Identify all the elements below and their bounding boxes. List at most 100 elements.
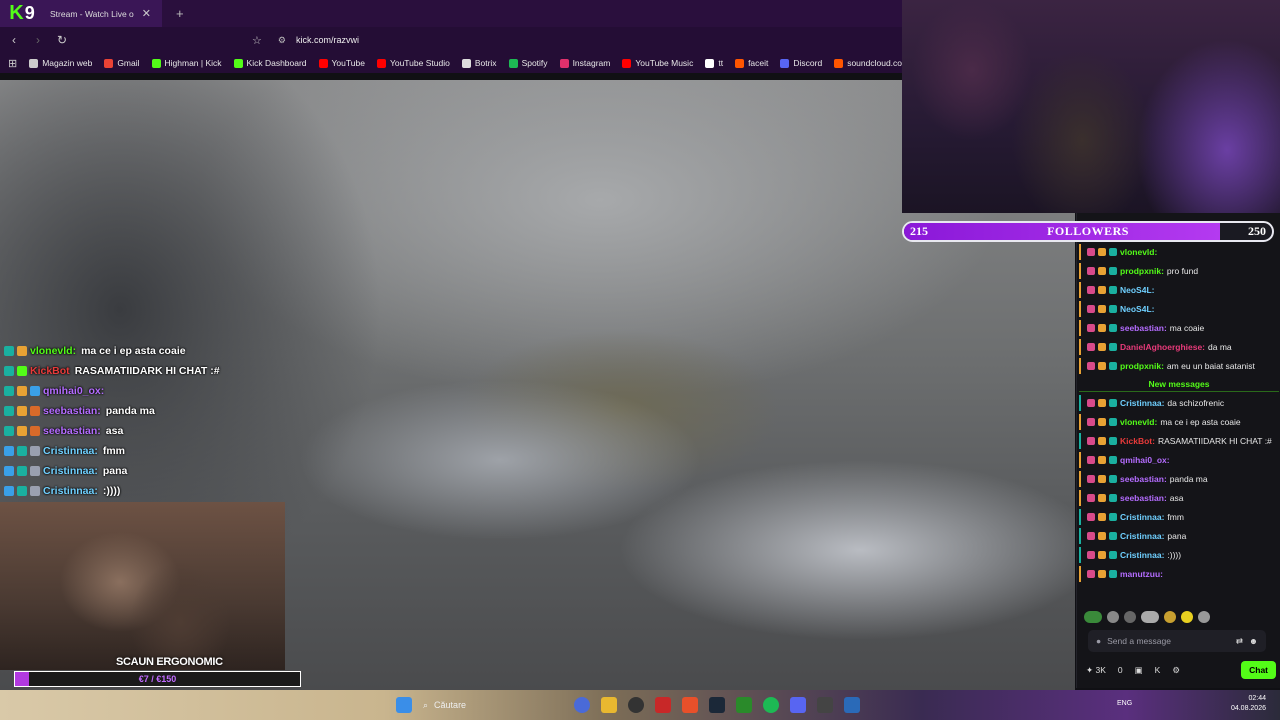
chat-username[interactable]: Cristinnaa: (1120, 512, 1164, 522)
chat-message-text: :)))) (1167, 550, 1182, 560)
chat-username[interactable]: vlonevld: (1120, 247, 1157, 257)
emote-bar (1084, 608, 1274, 626)
chat-message[interactable]: qmihai0_ox: (1079, 451, 1279, 469)
chat-username[interactable]: Cristinnaa: (1120, 550, 1164, 560)
bookmark-icon (318, 58, 328, 68)
chat-message-text: da ma (1208, 342, 1232, 352)
app-icon[interactable] (655, 697, 671, 713)
chat-message[interactable]: NeoS4L: (1079, 281, 1279, 299)
bookmark-item[interactable]: faceit (735, 58, 768, 68)
chat-message[interactable]: Cristinnaa: pana (1079, 527, 1279, 545)
emote-icon[interactable] (1124, 611, 1136, 623)
site-info-icon[interactable]: ⚙ (278, 35, 286, 46)
chat-message[interactable]: NeoS4L: (1079, 300, 1279, 318)
bookmark-label: YouTube Music (635, 58, 694, 68)
taskbar-search[interactable]: ⌕ Căutare (423, 700, 563, 711)
bookmark-item[interactable]: Kick Dashboard (233, 58, 307, 68)
folder-icon[interactable] (601, 697, 617, 713)
chat-message-text: asa (1169, 493, 1184, 503)
url-text[interactable]: kick.com/razvwi (296, 35, 359, 45)
tab-close-icon[interactable]: ✕ (142, 7, 151, 20)
bookmark-item[interactable]: Magazin web (29, 58, 92, 68)
chat-username[interactable]: prodpxnik: (1120, 361, 1164, 371)
settings-icon[interactable]: ⚙ (1172, 665, 1180, 676)
chat-message[interactable]: Cristinnaa::)))) (1079, 546, 1279, 564)
chat-message[interactable]: vlonevld: ma ce i ep asta coaie (1079, 413, 1279, 431)
bookmark-item[interactable]: YouTube Music (622, 58, 693, 68)
bookmark-item[interactable]: Botrix (461, 58, 497, 68)
bookmark-item[interactable]: Highman | Kick (151, 58, 222, 68)
chat-message[interactable]: manutzuu: (1079, 565, 1279, 583)
chat-message[interactable]: prodpxnik: am eu un baiat satanist (1079, 357, 1279, 375)
emote-icon[interactable] (1198, 611, 1210, 623)
steam-icon[interactable] (709, 697, 725, 713)
overlay-chat-line: Cristinnaa: fmm (4, 441, 334, 461)
chat-username[interactable]: vlonevld: (1120, 417, 1157, 427)
app-icon[interactable] (844, 697, 860, 713)
chat-input[interactable]: ● Send a message ⇄ ☻ (1088, 630, 1266, 652)
emoji-icon[interactable]: ☻ (1249, 636, 1258, 646)
bookmark-item[interactable]: soundcloud.com/ (834, 58, 902, 68)
badge-icon (17, 366, 27, 376)
emote-icon[interactable] (1181, 611, 1193, 623)
brave-icon[interactable] (682, 697, 698, 713)
shield-icon[interactable]: ▣ (1135, 665, 1143, 676)
apps-grid-icon[interactable]: ⊞ (8, 57, 17, 70)
bookmark-icon (29, 58, 39, 68)
chat-message[interactable]: DanielAghoerghiese: da ma (1079, 338, 1279, 356)
chat-username[interactable]: Cristinnaa: (1120, 531, 1164, 541)
key-label[interactable]: K (1155, 665, 1161, 675)
xbox-icon[interactable] (736, 697, 752, 713)
chat-username[interactable]: seebastian: (1120, 474, 1167, 484)
bookmark-item[interactable]: Gmail (104, 58, 140, 68)
address-bar[interactable]: ⚙ kick.com/razvwi (270, 30, 890, 50)
app-icon[interactable] (574, 697, 590, 713)
spotify-icon[interactable] (763, 697, 779, 713)
chat-message[interactable]: prodpxnik: pro fund (1079, 262, 1279, 280)
chat-username[interactable]: Cristinnaa: (1120, 398, 1164, 408)
chat-message[interactable]: vlonevld: (1079, 243, 1279, 261)
chat-message[interactable]: seebastian: ma coaie (1079, 319, 1279, 337)
bookmark-item[interactable]: Discord (780, 58, 822, 68)
emote-icon[interactable] (1084, 611, 1102, 623)
app-icon[interactable] (817, 697, 833, 713)
emote-icon[interactable] (1107, 611, 1119, 623)
bookmark-item[interactable]: Instagram (559, 58, 610, 68)
emote-icon[interactable] (1164, 611, 1176, 623)
browser-tab[interactable]: Stream - Watch Live o ✕ (44, 0, 162, 27)
badge-icon (4, 466, 14, 476)
chat-send-button[interactable]: Chat (1241, 661, 1276, 679)
chat-username[interactable]: DanielAghoerghiese: (1120, 342, 1205, 352)
chat-message[interactable]: KickBot: RASAMATIIDARK HI CHAT :# (1079, 432, 1279, 450)
bookmark-item[interactable]: Spotify (508, 58, 548, 68)
chat-message[interactable]: seebastian: panda ma (1079, 470, 1279, 488)
forward-icon[interactable]: › (28, 33, 48, 47)
bookmark-item[interactable]: YouTube Studio (376, 58, 450, 68)
chat-username[interactable]: NeoS4L: (1120, 285, 1154, 295)
bookmark-item[interactable]: tt (705, 58, 723, 68)
chat-message[interactable]: Cristinnaa: da schizofrenic (1079, 394, 1279, 412)
back-icon[interactable]: ‹ (4, 33, 24, 47)
chat-username[interactable]: NeoS4L: (1120, 304, 1154, 314)
translate-icon[interactable]: ⇄ (1236, 636, 1243, 647)
badge-icon (1098, 343, 1106, 351)
chat-message[interactable]: Cristinnaa: fmm (1079, 508, 1279, 526)
chat-username[interactable]: seebastian: (1120, 323, 1167, 333)
chat-message[interactable]: seebastian: asa (1079, 489, 1279, 507)
bookmark-item[interactable]: YouTube (318, 58, 365, 68)
system-clock[interactable]: 02:44 04.08.2026 (1231, 694, 1266, 714)
discord-icon[interactable] (790, 697, 806, 713)
language-indicator[interactable]: ENG (1117, 700, 1132, 707)
badge-icon (1109, 570, 1117, 578)
bookmark-icon[interactable]: ☆ (252, 34, 262, 47)
emote-icon[interactable] (1141, 611, 1159, 623)
chat-username[interactable]: KickBot: (1120, 436, 1155, 446)
chat-username[interactable]: prodpxnik: (1120, 266, 1164, 276)
chat-username[interactable]: qmihai0_ox: (1120, 455, 1170, 465)
chat-username[interactable]: manutzuu: (1120, 569, 1163, 579)
obs-icon[interactable] (628, 697, 644, 713)
windows-start-icon[interactable] (396, 697, 412, 713)
reload-icon[interactable]: ↻ (52, 33, 72, 47)
new-tab-icon[interactable]: + (176, 6, 184, 21)
chat-username[interactable]: seebastian: (1120, 493, 1167, 503)
